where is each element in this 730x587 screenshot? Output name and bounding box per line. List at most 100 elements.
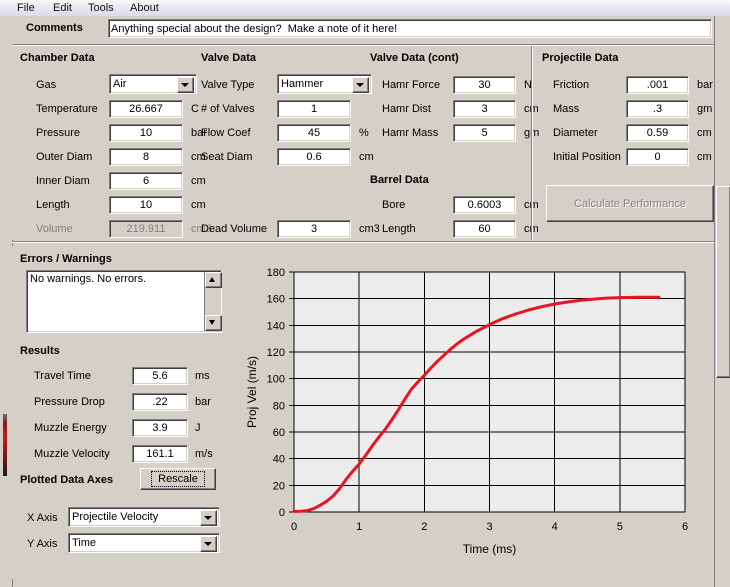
rescale-label: Rescale [151,471,205,487]
pressure-label: Pressure [36,127,80,139]
y-axis-select[interactable]: Time [68,533,220,553]
bore-input[interactable] [453,196,516,214]
muzzle-velocity-unit: m/s [195,448,213,460]
dead-volume-input[interactable] [277,220,351,238]
valve-data-cont-title: Valve Data (cont) [370,52,459,64]
valve-type-select[interactable]: Hammer [277,74,372,94]
chamber-data-title: Chamber Data [20,52,95,64]
performance-chart: 0204060801001201401601800123456Time (ms)… [240,256,710,562]
chevron-down-icon[interactable] [352,77,369,93]
errors-warnings-textarea[interactable]: No warnings. No errors. [26,270,222,333]
hamr-force-label: Hamr Force [382,79,440,91]
volume-value [109,220,183,238]
menu-bar: File Edit Tools About [0,0,730,17]
errors-warnings-text: No warnings. No errors. [30,273,146,285]
barrel-length-input[interactable] [453,220,516,238]
initial-position-label: Initial Position [553,151,621,163]
svg-text:3: 3 [486,521,492,533]
friction-label: Friction [553,79,589,91]
mass-input[interactable] [626,100,689,118]
muzzle-velocity-value [132,445,188,463]
seat-diam-input[interactable] [277,148,351,166]
calculate-performance-label: Calculate Performance [574,198,686,210]
x-axis-select[interactable]: Projectile Velocity [68,507,220,527]
svg-text:180: 180 [267,267,285,279]
inner-diam-input[interactable] [109,172,183,190]
svg-text:40: 40 [273,454,285,466]
menu-item-file[interactable]: File [14,1,38,15]
initial-position-unit: cm [697,151,712,163]
bore-label: Bore [382,199,405,211]
diameter-input[interactable] [626,124,689,142]
chamber-length-label: Length [36,199,70,211]
errors-scrollbar[interactable] [204,272,220,331]
muzzle-energy-value [132,419,188,437]
rescale-button[interactable]: Rescale [140,468,216,490]
left-edge-marker [3,414,7,476]
friction-unit: bar [697,79,713,91]
num-valves-label: # of Valves [201,103,255,115]
chevron-down-icon[interactable] [177,77,194,93]
scroll-up-arrow-icon[interactable] [205,272,222,288]
muzzle-energy-unit: J [195,422,201,434]
seat-diam-label: Seat Diam [201,151,252,163]
gas-select-value: Air [113,77,126,91]
hamr-mass-label: Hamr Mass [382,127,438,139]
results-title: Results [20,345,60,357]
chevron-down-icon[interactable] [200,536,217,552]
temperature-input[interactable] [109,100,183,118]
svg-text:Proj Vel (m/s): Proj Vel (m/s) [245,356,259,428]
vertical-scrollbar[interactable] [714,16,730,587]
comments-input[interactable] [108,19,712,38]
muzzle-energy-label: Muzzle Energy [34,422,107,434]
menu-item-about[interactable]: About [127,1,162,15]
svg-text:140: 140 [267,320,285,332]
scrollbar-thumb[interactable] [716,186,730,378]
divider-parameters-bottom [12,241,714,243]
chamber-length-input[interactable] [109,196,183,214]
panel-divider-vertical [531,46,533,240]
hamr-dist-input[interactable] [453,100,516,118]
mass-label: Mass [553,103,579,115]
comments-label: Comments [26,22,83,34]
valve-data-title: Valve Data [201,52,256,64]
comments-row: Comments [12,16,714,44]
x-axis-label: X Axis [27,512,58,524]
calculate-performance-button[interactable]: Calculate Performance [546,185,714,222]
diameter-unit: cm [697,127,712,139]
svg-text:5: 5 [617,521,623,533]
scroll-down-arrow-icon[interactable] [205,315,222,331]
svg-text:120: 120 [267,347,285,359]
pressure-drop-unit: bar [195,396,211,408]
gas-label: Gas [36,79,56,91]
svg-text:6: 6 [682,521,688,533]
plotted-data-axes-title: Plotted Data Axes [20,474,113,486]
temperature-label: Temperature [36,103,98,115]
friction-input[interactable] [626,76,689,94]
inner-diam-label: Inner Diam [36,175,90,187]
bottom-left-panel: Errors / Warnings No warnings. No errors… [12,246,236,579]
y-axis-select-value: Time [72,536,96,550]
flow-coef-label: Flow Coef [201,127,251,139]
svg-text:4: 4 [552,521,558,533]
num-valves-input[interactable] [277,100,351,118]
chamber-length-unit: cm [191,199,206,211]
flow-coef-input[interactable] [277,124,351,142]
dead-volume-unit: cm3 [359,223,380,235]
menu-item-edit[interactable]: Edit [50,1,75,15]
svg-text:2: 2 [421,521,427,533]
pressure-input[interactable] [109,124,183,142]
chevron-down-icon[interactable] [200,510,217,526]
initial-position-input[interactable] [626,148,689,166]
svg-text:Time (ms): Time (ms) [463,542,517,556]
hamr-mass-input[interactable] [453,124,516,142]
diameter-label: Diameter [553,127,598,139]
svg-text:0: 0 [279,507,285,519]
mass-unit: gm [697,103,712,115]
hamr-force-input[interactable] [453,76,516,94]
outer-diam-input[interactable] [109,148,183,166]
gas-select[interactable]: Air [109,74,197,94]
x-axis-select-value: Projectile Velocity [72,510,158,524]
muzzle-velocity-label: Muzzle Velocity [34,448,110,460]
menu-item-tools[interactable]: Tools [85,1,117,15]
